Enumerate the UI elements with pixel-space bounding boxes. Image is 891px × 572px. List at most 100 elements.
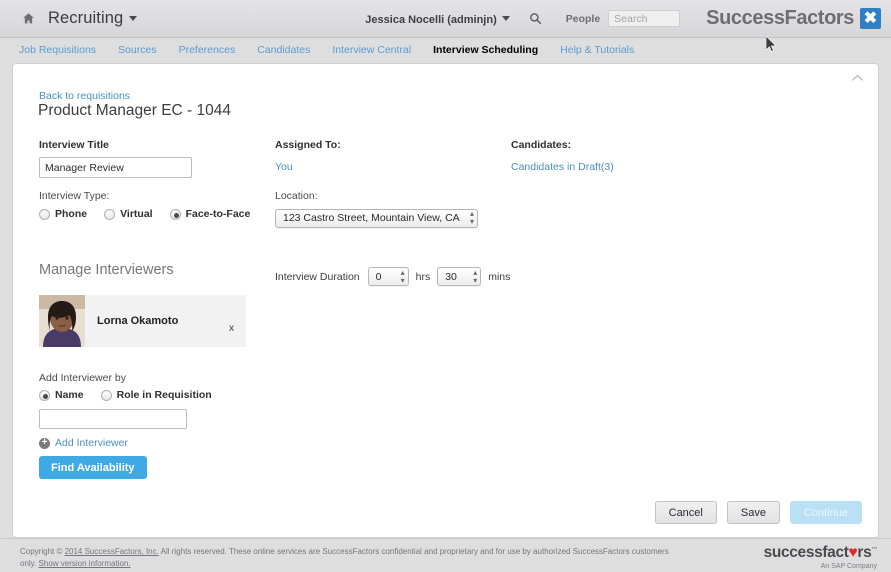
interviewer-name: Lorna Okamoto: [97, 315, 178, 327]
candidates-value-link[interactable]: Candidates in Draft(3): [511, 161, 614, 173]
manage-interviewers-section: Manage Interviewers: [39, 262, 174, 278]
radio-phone[interactable]: Phone: [39, 208, 87, 220]
radio-label: Virtual: [120, 208, 152, 220]
duration-minutes-value: 30: [445, 271, 457, 283]
radio-icon-selected: [39, 390, 50, 401]
radio-virtual[interactable]: Virtual: [104, 208, 152, 220]
location-label: Location:: [275, 190, 478, 202]
interviewer-list: Lorna Okamoto x: [39, 295, 246, 347]
add-by-radio-group: Name Role in Requisition: [39, 389, 229, 401]
search-input[interactable]: [608, 10, 680, 27]
tab-interview-scheduling[interactable]: Interview Scheduling: [433, 44, 538, 56]
top-bar: Recruiting Jessica Nocelli (adminjn) Peo…: [0, 0, 891, 38]
successfactors-logo: successfact♥rs™ An SAP Company: [764, 545, 877, 570]
list-item[interactable]: Lorna Okamoto x: [39, 295, 246, 347]
panel-actions: Cancel Save Continue: [655, 501, 862, 524]
tab-candidates[interactable]: Candidates: [257, 44, 310, 56]
duration-hours-select[interactable]: 0 ▴▾: [368, 267, 409, 286]
duration-hours-unit: hrs: [416, 271, 431, 283]
candidates-label: Candidates:: [511, 139, 614, 151]
radio-label: Phone: [55, 208, 87, 220]
add-interviewer-by-label: Add Interviewer by: [39, 372, 229, 384]
radio-by-role[interactable]: Role in Requisition: [101, 389, 212, 401]
radio-by-name[interactable]: Name: [39, 389, 84, 401]
brand-x-icon[interactable]: ✖: [860, 8, 881, 29]
logo-text-post: rs: [857, 544, 871, 561]
assigned-to-value[interactable]: You: [275, 161, 341, 173]
interview-type-radio-group: Phone Virtual Face-to-Face: [39, 208, 267, 220]
assigned-to-group: Assigned To: You: [275, 139, 341, 173]
user-menu[interactable]: Jessica Nocelli (adminjn): [365, 10, 509, 28]
interview-duration-group: Interview Duration 0 ▴▾ hrs 30 ▴▾ mins: [275, 267, 510, 286]
chevron-up-icon[interactable]: [851, 71, 864, 84]
plus-circle-icon: +: [39, 438, 50, 449]
duration-hours-value: 0: [376, 271, 382, 283]
brand-wordmark: SuccessFactors: [706, 7, 854, 30]
location-value: 123 Castro Street, Mountain View, CA: [283, 212, 460, 224]
interview-type-label: Interview Type:: [39, 190, 267, 202]
page-footer: Copyright © 2014 SuccessFactors, Inc. Al…: [0, 538, 891, 572]
location-select[interactable]: 123 Castro Street, Mountain View, CA ▴▾: [275, 209, 478, 228]
assigned-to-label: Assigned To:: [275, 139, 341, 151]
find-availability-button[interactable]: Find Availability: [39, 456, 147, 479]
radio-label: Face-to-Face: [186, 208, 251, 220]
stepper-icon: ▴▾: [463, 269, 477, 284]
candidates-group: Candidates: Candidates in Draft(3): [511, 139, 614, 173]
radio-icon: [39, 209, 50, 220]
logo-tagline: An SAP Company: [764, 563, 877, 570]
save-button[interactable]: Save: [727, 501, 780, 524]
avatar: [39, 295, 85, 347]
module-title: Recruiting: [48, 9, 123, 27]
radio-icon-selected: [170, 209, 181, 220]
page-title: Product Manager EC - 1044: [38, 102, 231, 120]
tab-job-requisitions[interactable]: Job Requisitions: [19, 44, 96, 56]
show-version-link[interactable]: Show version information.: [39, 559, 131, 568]
app-window: Recruiting Jessica Nocelli (adminjn) Peo…: [0, 0, 891, 572]
location-group: Location: 123 Castro Street, Mountain Vi…: [275, 190, 478, 228]
chevron-down-icon: [129, 16, 137, 21]
logo-text-pre: successfact: [764, 544, 849, 561]
copyright-prefix: Copyright ©: [20, 547, 65, 556]
add-interviewer-label: Add Interviewer: [55, 437, 128, 449]
stepper-icon: ▴▾: [391, 269, 405, 284]
interview-duration-label: Interview Duration: [275, 271, 360, 283]
trademark-icon: ™: [871, 547, 877, 553]
interview-title-input[interactable]: [39, 157, 192, 178]
tab-preferences[interactable]: Preferences: [179, 44, 236, 56]
logo-wordmark: successfact♥rs™: [764, 545, 877, 561]
radio-label: Role in Requisition: [117, 389, 212, 401]
interview-type-group: Interview Type: Phone Virtual Face-to-Fa…: [39, 190, 267, 220]
interview-title-label: Interview Title: [39, 139, 192, 151]
duration-minutes-unit: mins: [488, 271, 510, 283]
content-panel: Back to requisitions Product Manager EC …: [12, 63, 879, 538]
home-icon[interactable]: [21, 12, 35, 26]
chevron-down-icon: [502, 16, 510, 21]
duration-minutes-select[interactable]: 30 ▴▾: [437, 267, 481, 286]
radio-icon: [104, 209, 115, 220]
find-availability-wrap: Find Availability: [39, 456, 147, 479]
radio-face-to-face[interactable]: Face-to-Face: [170, 208, 251, 220]
copyright-company-link[interactable]: 2014 SuccessFactors, Inc.: [65, 547, 159, 556]
back-to-requisitions-link[interactable]: Back to requisitions: [39, 90, 130, 102]
tab-sources[interactable]: Sources: [118, 44, 157, 56]
copyright-text: Copyright © 2014 SuccessFactors, Inc. Al…: [20, 546, 685, 571]
search-icon[interactable]: [529, 12, 543, 26]
add-interviewer-action[interactable]: + Add Interviewer: [39, 437, 128, 449]
add-interviewer-input-wrap: [39, 409, 187, 429]
tab-help-tutorials[interactable]: Help & Tutorials: [560, 44, 634, 56]
module-title-dropdown[interactable]: Recruiting: [35, 9, 137, 28]
top-bar-right: Jessica Nocelli (adminjn) People Success…: [365, 0, 891, 37]
user-name: Jessica Nocelli (adminjn): [365, 14, 496, 26]
manage-interviewers-title: Manage Interviewers: [39, 262, 174, 278]
tab-interview-central[interactable]: Interview Central: [332, 44, 411, 56]
add-interviewer-input[interactable]: [39, 409, 187, 429]
cancel-button[interactable]: Cancel: [655, 501, 717, 524]
radio-label: Name: [55, 389, 84, 401]
radio-icon: [101, 390, 112, 401]
interview-title-group: Interview Title: [39, 139, 192, 178]
add-interviewer-by-group: Add Interviewer by Name Role in Requisit…: [39, 372, 229, 401]
stepper-icon: ▴▾: [460, 210, 474, 225]
people-label: People: [566, 13, 600, 25]
remove-interviewer-button[interactable]: x: [229, 323, 234, 334]
tab-bar: Job Requisitions Sources Preferences Can…: [0, 38, 891, 61]
